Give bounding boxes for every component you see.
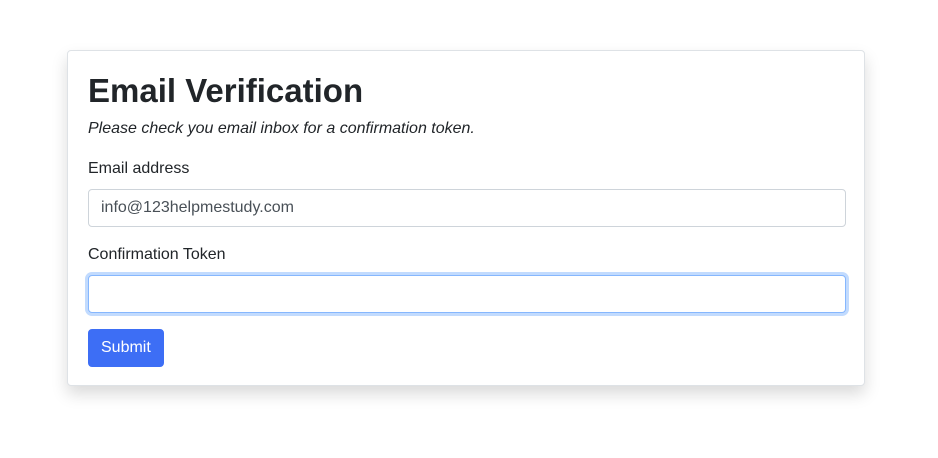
email-verification-card: Email Verification Please check you emai… — [67, 50, 865, 386]
token-label: Confirmation Token — [88, 246, 226, 263]
email-field[interactable] — [88, 189, 846, 227]
email-label: Email address — [88, 160, 190, 177]
submit-button[interactable]: Submit — [88, 329, 164, 367]
confirmation-token-input[interactable] — [88, 275, 846, 313]
page-title: Email Verification — [88, 72, 364, 109]
instruction-text: Please check you email inbox for a confi… — [88, 120, 475, 137]
